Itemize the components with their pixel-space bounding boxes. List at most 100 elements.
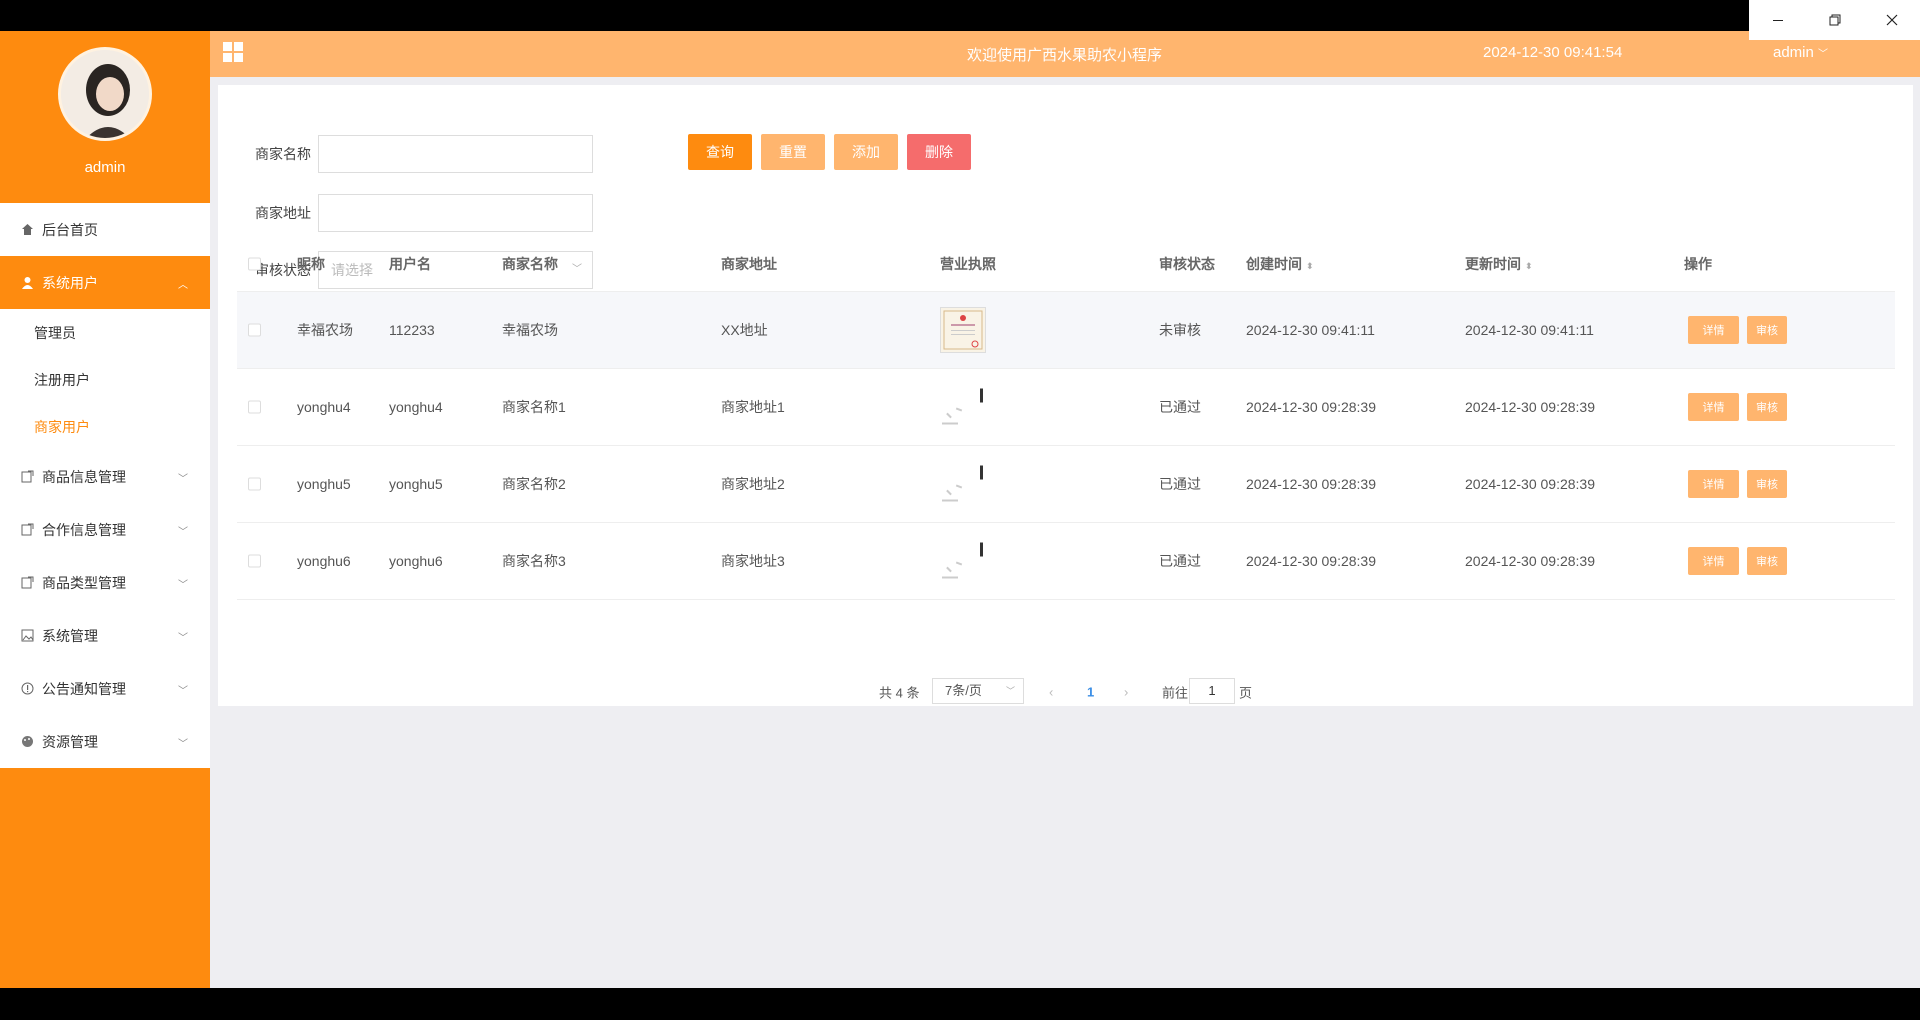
sidebar-item-product-info[interactable]: 商品信息管理 ﹀ — [0, 450, 210, 503]
header-username: 用户名 — [389, 256, 431, 272]
cell-nickname: yonghu4 — [297, 399, 351, 415]
detail-button[interactable]: 详情 — [1688, 547, 1739, 575]
page-size-select[interactable]: 7条/页 ﹀ — [932, 678, 1024, 704]
merchant-address-label: 商家地址 — [255, 205, 311, 221]
detail-button[interactable]: 详情 — [1688, 393, 1739, 421]
audit-button[interactable]: 审核 — [1747, 470, 1787, 498]
cell-merchant-name: 商家名称1 — [502, 399, 566, 415]
row-checkbox[interactable] — [248, 400, 261, 414]
audit-button[interactable]: 审核 — [1747, 316, 1787, 344]
cell-created: 2024-12-30 09:28:39 — [1246, 476, 1376, 492]
cell-status: 已通过 — [1159, 399, 1201, 415]
page-title: 欢迎使用广西水果助农小程序 — [967, 47, 1163, 64]
add-button[interactable]: 添加 — [834, 134, 898, 170]
avatar[interactable] — [58, 47, 152, 141]
detail-button[interactable]: 详情 — [1688, 316, 1739, 344]
sidebar-username: admin — [84, 159, 126, 176]
cell-username: 112233 — [389, 322, 435, 338]
merchant-name-label: 商家名称 — [255, 146, 311, 162]
chevron-down-icon: ﹀ — [1005, 686, 1015, 696]
next-page-icon[interactable]: › — [1124, 685, 1128, 700]
sidebar: admin 后台首页 系统用户 ︿ 管理员 注册用户 商家用户 商品信息管理 ﹀… — [0, 31, 210, 988]
table-row[interactable]: yonghu6 yonghu6 商家名称3 商家地址3 已通过 2024-12-… — [237, 523, 1895, 600]
page-number-current[interactable]: 1 — [1087, 685, 1094, 700]
cell-address: 商家地址2 — [721, 476, 785, 492]
cell-address: 商家地址3 — [721, 553, 785, 569]
cell-merchant-name: 商家名称2 — [502, 476, 566, 492]
grid-menu-icon[interactable] — [223, 42, 243, 62]
table-header: 昵称 用户名 商家名称 商家地址 营业执照 审核状态 创建时间 ⬍ 更新时间 ⬍ 操… — [237, 237, 1895, 292]
select-all-checkbox[interactable] — [248, 257, 261, 271]
palette-icon — [20, 735, 34, 749]
page-size-value: 7条/页 — [945, 683, 982, 698]
loading-spinner-icon — [940, 383, 986, 432]
table-row[interactable]: yonghu4 yonghu4 商家名称1 商家地址1 已通过 2024-12-… — [237, 369, 1895, 446]
minimize-button[interactable] — [1749, 0, 1806, 40]
sidebar-item-label: 系统用户 — [42, 274, 98, 291]
chevron-up-icon: ︿ — [178, 280, 188, 291]
cell-username: yonghu6 — [389, 553, 443, 569]
sidebar-item-label: 公告通知管理 — [42, 680, 126, 697]
submenu-item-registered-users[interactable]: 注册用户 — [0, 356, 210, 403]
query-button[interactable]: 查询 — [688, 134, 752, 170]
merchant-address-input[interactable] — [318, 194, 593, 232]
license-thumbnail[interactable] — [940, 307, 986, 353]
cell-merchant-name: 商家名称3 — [502, 553, 566, 569]
header-nickname: 昵称 — [297, 256, 325, 272]
pagination: 共 4 条 7条/页 ﹀ ‹ 1 › 前往 1 页 — [218, 677, 1913, 707]
submenu-item-admin[interactable]: 管理员 — [0, 309, 210, 356]
cell-nickname: yonghu5 — [297, 476, 351, 492]
header-updated-time[interactable]: 更新时间 ⬍ — [1465, 254, 1533, 274]
table-row[interactable]: 幸福农场 112233 幸福农场 XX地址 未审核 2024-12-30 09:… — [237, 292, 1895, 369]
cell-status: 已通过 — [1159, 553, 1201, 569]
sidebar-item-system-users[interactable]: 系统用户 ︿ — [0, 256, 210, 309]
home-icon — [20, 223, 34, 237]
user-dropdown[interactable]: admin ﹀ — [1773, 44, 1828, 61]
table-row[interactable]: yonghu5 yonghu5 商家名称2 商家地址2 已通过 2024-12-… — [237, 446, 1895, 523]
image-icon — [20, 629, 34, 643]
user-dropdown-label: admin — [1773, 44, 1814, 61]
edit-icon — [20, 470, 34, 484]
sort-icon[interactable]: ⬍ — [1525, 261, 1533, 271]
cell-username: yonghu4 — [389, 399, 443, 415]
sidebar-item-system-management[interactable]: 系统管理 ﹀ — [0, 609, 210, 662]
sidebar-item-cooperation[interactable]: 合作信息管理 ﹀ — [0, 503, 210, 556]
sort-icon[interactable]: ⬍ — [1306, 261, 1314, 271]
app-window: admin 后台首页 系统用户 ︿ 管理员 注册用户 商家用户 商品信息管理 ﹀… — [0, 31, 1920, 988]
chevron-down-icon: ﹀ — [178, 580, 188, 591]
cell-status: 未审核 — [1159, 322, 1201, 338]
restore-button[interactable] — [1806, 0, 1863, 40]
cell-created: 2024-12-30 09:41:11 — [1246, 322, 1375, 338]
prev-page-icon[interactable]: ‹ — [1049, 685, 1053, 700]
chevron-down-icon: ﹀ — [178, 633, 188, 644]
sidebar-item-label: 系统管理 — [42, 627, 98, 644]
cell-updated: 2024-12-30 09:28:39 — [1465, 476, 1595, 492]
sidebar-item-home[interactable]: 后台首页 — [0, 203, 210, 256]
merchant-name-input[interactable] — [318, 135, 593, 173]
sidebar-item-resources[interactable]: 资源管理 ﹀ — [0, 715, 210, 768]
page-suffix: 页 — [1239, 685, 1253, 701]
pagination-total: 共 4 条 — [879, 685, 920, 701]
sidebar-item-label: 后台首页 — [42, 221, 98, 238]
audit-button[interactable]: 审核 — [1747, 547, 1787, 575]
cell-merchant-name: 幸福农场 — [502, 322, 558, 338]
submenu-item-merchant-users[interactable]: 商家用户 — [0, 403, 210, 450]
close-button[interactable] — [1863, 0, 1920, 40]
sidebar-item-notice[interactable]: 公告通知管理 ﹀ — [0, 662, 210, 715]
audit-button[interactable]: 审核 — [1747, 393, 1787, 421]
sidebar-item-product-type[interactable]: 商品类型管理 ﹀ — [0, 556, 210, 609]
header-business-license: 营业执照 — [940, 256, 996, 272]
cell-nickname: 幸福农场 — [297, 322, 353, 338]
row-checkbox[interactable] — [248, 477, 261, 491]
info-icon — [20, 682, 34, 696]
row-checkbox[interactable] — [248, 554, 261, 568]
header-created-time[interactable]: 创建时间 ⬍ — [1246, 254, 1314, 274]
row-checkbox[interactable] — [248, 323, 261, 337]
delete-button[interactable]: 删除 — [907, 134, 971, 170]
goto-page-input[interactable]: 1 — [1189, 678, 1235, 704]
user-icon — [20, 276, 34, 290]
reset-button[interactable]: 重置 — [761, 134, 825, 170]
edit-icon — [20, 523, 34, 537]
cell-address: 商家地址1 — [721, 399, 785, 415]
detail-button[interactable]: 详情 — [1688, 470, 1739, 498]
